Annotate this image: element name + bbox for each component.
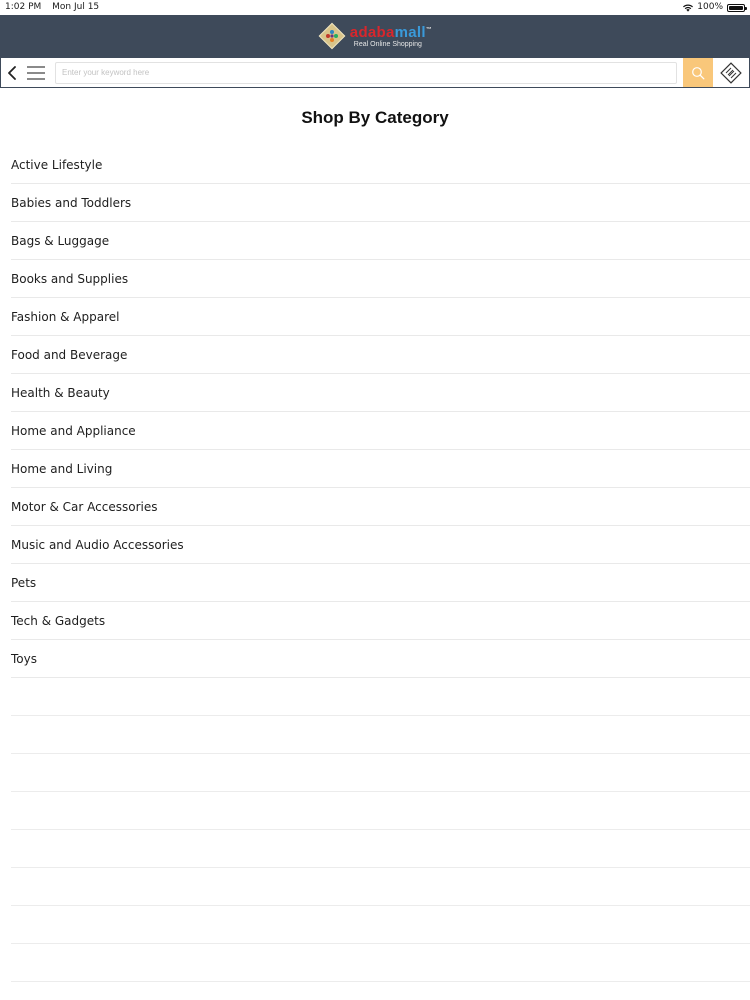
hamburger-menu-icon [27, 65, 45, 80]
battery-percentage: 100% [697, 2, 723, 12]
logo-tagline: Real Online Shopping [353, 40, 422, 48]
empty-list-row [11, 868, 750, 906]
logo-trademark: ™ [425, 26, 433, 33]
search-icon [692, 66, 705, 79]
category-item-fashion-apparel[interactable]: Fashion & Apparel [11, 298, 750, 336]
category-item-active-lifestyle[interactable]: Active Lifestyle [11, 146, 750, 184]
category-list: Active Lifestyle Babies and Toddlers Bag… [11, 146, 750, 982]
empty-list-row [11, 944, 750, 982]
logo-text: adabamall™ Real Online Shopping [350, 25, 432, 48]
category-item-home-and-living[interactable]: Home and Living [11, 450, 750, 488]
chevron-left-icon [8, 65, 16, 80]
status-time: 1:02 PM [5, 2, 42, 12]
category-item-motor-car-accessories[interactable]: Motor & Car Accessories [11, 488, 750, 526]
back-button[interactable] [1, 58, 23, 87]
logo-name: adabamall™ [350, 25, 432, 40]
status-date: Mon Jul 15 [52, 2, 100, 12]
empty-list-row [11, 792, 750, 830]
category-item-books-and-supplies[interactable]: Books and Supplies [11, 260, 750, 298]
page-title: Shop By Category [301, 108, 449, 127]
empty-list-row [11, 716, 750, 754]
status-right: 100% [682, 0, 747, 15]
category-item-tech-gadgets[interactable]: Tech & Gadgets [11, 602, 750, 640]
status-left: 1:02 PM Mon Jul 15 [5, 0, 107, 15]
battery-icon [727, 3, 747, 12]
wifi-icon [683, 4, 694, 12]
search-input[interactable] [55, 61, 677, 84]
empty-list-row [11, 678, 750, 716]
scan-button[interactable] [713, 58, 749, 87]
scan-icon [720, 61, 742, 84]
menu-button[interactable] [23, 58, 49, 87]
category-item-pets[interactable]: Pets [11, 564, 750, 602]
status-bar: 1:02 PM Mon Jul 15 100% [0, 0, 750, 15]
logo-name-part1: adaba [349, 23, 395, 41]
app-header: adabamall™ Real Online Shopping [0, 15, 750, 57]
category-item-toys[interactable]: Toys [11, 640, 750, 678]
logo-name-part2: mall [394, 23, 426, 41]
brand-logo[interactable]: adabamall™ Real Online Shopping [318, 22, 432, 50]
category-item-food-and-beverage[interactable]: Food and Beverage [11, 336, 750, 374]
search-button[interactable] [683, 58, 713, 87]
logo-mark-icon [318, 22, 346, 50]
category-item-music-and-audio-accessories[interactable]: Music and Audio Accessories [11, 526, 750, 564]
category-item-bags-luggage[interactable]: Bags & Luggage [11, 222, 750, 260]
empty-list-row [11, 754, 750, 792]
category-item-home-and-appliance[interactable]: Home and Appliance [11, 412, 750, 450]
empty-list-row [11, 830, 750, 868]
category-item-babies-and-toddlers[interactable]: Babies and Toddlers [11, 184, 750, 222]
empty-list-row [11, 906, 750, 944]
category-item-health-beauty[interactable]: Health & Beauty [11, 374, 750, 412]
search-toolbar [0, 57, 750, 88]
